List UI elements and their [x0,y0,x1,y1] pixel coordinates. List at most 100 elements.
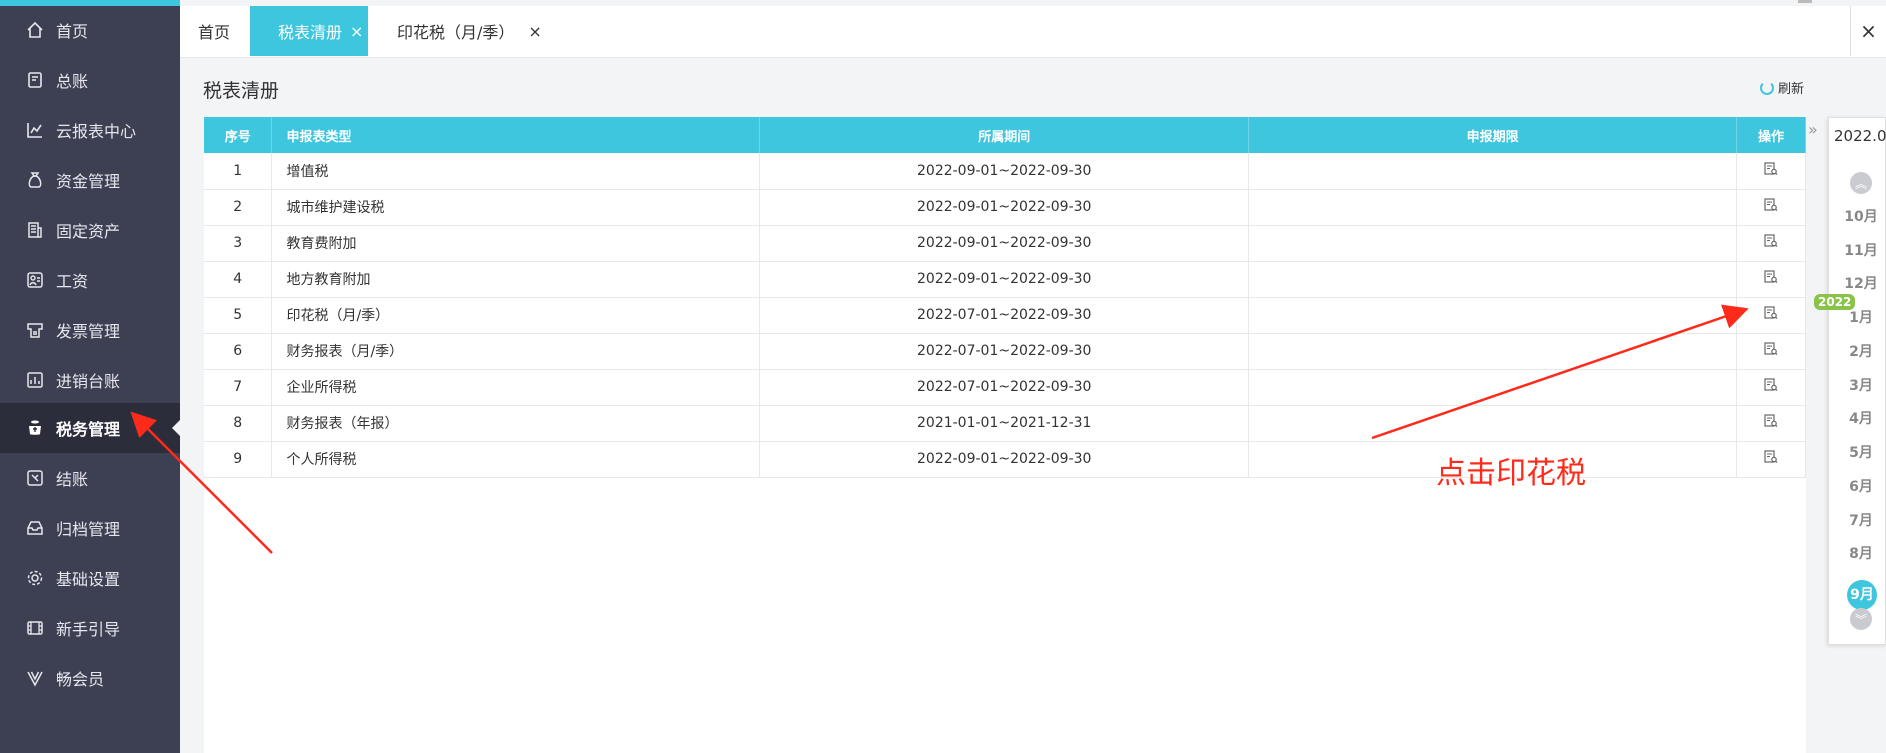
sidebar-item-inventory-ledger[interactable]: 进销台账 [0,355,180,405]
cell-no: 5 [204,297,273,334]
calendar-month[interactable]: 8月 [1836,543,1886,563]
sidebar-item-invoice[interactable]: 发票管理 [0,305,180,355]
chart-icon [24,119,46,141]
col-header-no: 序号 [204,117,273,153]
calendar-collapse-icon[interactable]: » [1808,120,1828,150]
cell-deadline [1248,261,1737,298]
cell-operation [1736,261,1807,298]
tab-stamp-tax[interactable]: 印花税（月/季） × [397,6,542,56]
cell-operation [1736,297,1807,334]
view-report-icon[interactable] [1764,306,1778,324]
cell-type: 教育费附加 [271,225,761,262]
cell-no: 4 [204,261,273,298]
sidebar-item-archive[interactable]: 归档管理 [0,503,180,553]
view-report-icon[interactable] [1764,342,1778,360]
cell-type: 个人所得税 [271,441,761,478]
table-row: 1 增值税 2022-09-01~2022-09-30 [204,153,1807,190]
tab-tax-list[interactable]: 税表清册 × [250,6,368,56]
view-report-icon[interactable] [1764,378,1778,396]
cell-period: 2022-09-01~2022-09-30 [759,189,1250,226]
tax-list-table: 序号 申报表类型 所属期间 申报期限 操作 1 增值税 2022-09-01~202… [204,117,1807,478]
sidebar-item-fixed-assets[interactable]: 固定资产 [0,205,180,255]
cell-period: 2021-01-01~2021-12-31 [759,405,1250,442]
cell-period: 2022-09-01~2022-09-30 [759,153,1250,190]
building-icon [24,219,46,241]
calendar-month[interactable]: 11月 [1836,240,1886,260]
sidebar-item-label: 新手引导 [56,620,121,639]
tab-label: 印花税（月/季） [397,23,515,42]
cell-type: 城市维护建设税 [271,189,761,226]
calendar-month[interactable]: 3月 [1836,375,1886,395]
close-icon[interactable]: × [528,22,541,41]
checkout-icon [24,467,46,489]
sidebar-item-label: 税务管理 [56,420,121,439]
cell-type: 增值税 [271,153,761,190]
refresh-button[interactable]: 刷新 [1760,78,1804,97]
sidebar-item-ledger[interactable]: 总账 [0,55,180,105]
close-all-tabs-button[interactable]: × [1850,6,1886,56]
col-header-operation: 操作 [1736,117,1807,153]
cell-no: 2 [204,189,273,226]
sidebar-item-guide[interactable]: 新手引导 [0,603,180,653]
calendar-month[interactable]: 2月 [1836,341,1886,361]
cell-no: 9 [204,441,273,478]
cell-operation [1736,225,1807,262]
table-row: 8 财务报表（年报） 2021-01-01~2021-12-31 [204,405,1807,442]
sidebar-item-label: 畅会员 [56,670,105,689]
cell-no: 7 [204,369,273,406]
tab-bar: 首页 税表清册 × 印花税（月/季） × × [180,6,1886,58]
sidebar-item-home[interactable]: 首页 [0,5,180,55]
cell-period: 2022-07-01~2022-09-30 [759,297,1250,334]
table-header-row: 序号 申报表类型 所属期间 申报期限 操作 [204,117,1807,153]
view-report-icon[interactable] [1764,450,1778,468]
cell-no: 3 [204,225,273,262]
cell-deadline [1248,225,1737,262]
inventory-icon [24,369,46,391]
calendar-current-period: 2022.09 [1834,127,1886,145]
table-row: 7 企业所得税 2022-07-01~2022-09-30 [204,369,1807,406]
calendar-month[interactable]: 5月 [1836,442,1886,462]
cell-deadline [1248,369,1737,406]
money-bag-icon [24,169,46,191]
view-report-icon[interactable] [1764,198,1778,216]
sidebar-item-label: 结账 [56,470,89,489]
table-row: 3 教育费附加 2022-09-01~2022-09-30 [204,225,1807,262]
tab-home[interactable]: 首页 [198,6,258,56]
calendar-month[interactable]: 10月 [1836,206,1886,226]
refresh-icon [1760,80,1774,95]
sidebar-item-tax[interactable]: 税务管理 [0,403,180,453]
cell-type: 财务报表（月/季） [271,333,761,370]
sidebar-item-funds[interactable]: 资金管理 [0,155,180,205]
sidebar-item-settings[interactable]: 基础设置 [0,553,180,603]
sidebar-item-vip[interactable]: 畅会员 [0,653,180,703]
col-header-type: 申报表类型 [271,117,761,153]
cell-operation [1736,189,1807,226]
table-row: 5 印花税（月/季） 2022-07-01~2022-09-30 [204,297,1807,334]
guide-icon [24,617,46,639]
sidebar-item-checkout[interactable]: 结账 [0,453,180,503]
salary-icon [24,269,46,291]
sidebar-item-label: 发票管理 [56,322,121,341]
view-report-icon[interactable] [1764,162,1778,180]
calendar-month[interactable]: 1月 [1836,307,1886,327]
ledger-icon [24,69,46,91]
cell-type: 地方教育附加 [271,261,761,298]
view-report-icon[interactable] [1764,234,1778,252]
cell-period: 2022-09-01~2022-09-30 [759,261,1250,298]
sidebar-item-report-center[interactable]: 云报表中心 [0,105,180,155]
calendar-month-selected[interactable]: 9月 [1847,580,1877,610]
cell-deadline [1248,189,1737,226]
view-report-icon[interactable] [1764,414,1778,432]
cell-period: 2022-09-01~2022-09-30 [759,441,1250,478]
calendar-month[interactable]: 4月 [1836,408,1886,428]
view-report-icon[interactable] [1764,270,1778,288]
calendar-up-icon[interactable]: ︽ [1850,172,1872,194]
calendar-down-icon[interactable]: ︾ [1850,608,1872,630]
calendar-month[interactable]: 7月 [1836,510,1886,530]
refresh-label: 刷新 [1778,82,1805,97]
sidebar-item-salary[interactable]: 工资 [0,255,180,305]
calendar-month[interactable]: 6月 [1836,476,1886,496]
cell-operation [1736,441,1807,478]
close-icon[interactable]: × [350,22,363,41]
calendar-month[interactable]: 12月 [1836,273,1886,293]
